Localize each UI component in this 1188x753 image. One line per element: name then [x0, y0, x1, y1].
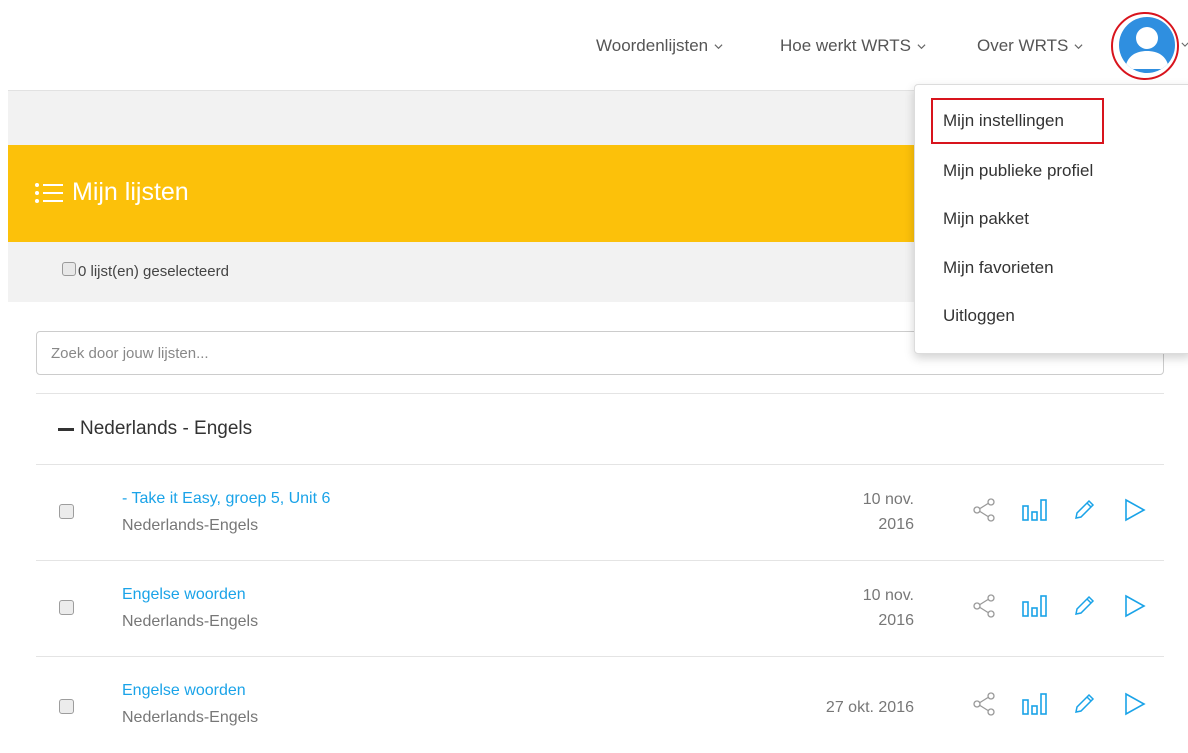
list-item-date: 10 nov. 2016: [863, 583, 914, 633]
collapse-icon: [58, 427, 74, 431]
menu-item-mijn-instellingen[interactable]: Mijn instellingen: [943, 111, 1064, 131]
stats-icon[interactable]: [1022, 498, 1047, 522]
user-menu-button[interactable]: [1111, 12, 1181, 82]
menu-item-uitloggen[interactable]: Uitloggen: [943, 306, 1015, 326]
stats-icon[interactable]: [1022, 692, 1047, 716]
user-dropdown-menu: Mijn instellingen Mijn publieke profiel …: [914, 84, 1188, 354]
list-item-date: 10 nov. 2016: [863, 487, 914, 537]
nav-woordenlijsten-label: Woordenlijsten: [596, 36, 709, 55]
list-item-language: Nederlands-Engels: [122, 517, 259, 534]
list-item-date-line1: 10 nov.: [862, 491, 914, 508]
list-icon: [35, 182, 63, 203]
nav-over-wrts-label: Over WRTS: [977, 36, 1069, 55]
group-header[interactable]: Nederlands - Engels: [58, 418, 252, 440]
list-item-date-line2: 2016: [878, 516, 914, 533]
play-icon[interactable]: [1122, 692, 1146, 716]
nav-over-wrts[interactable]: Over WRTS: [977, 36, 1083, 56]
list-item-title[interactable]: Engelse woorden: [122, 586, 246, 604]
list-item-actions: [972, 594, 1172, 618]
list-item: Engelse woorden Nederlands-Engels 27 okt…: [36, 657, 1164, 753]
list-item-date-line1: 27 okt. 2016: [825, 699, 914, 716]
menu-item-mijn-pakket[interactable]: Mijn pakket: [943, 209, 1029, 229]
stats-icon[interactable]: [1022, 594, 1047, 618]
share-icon[interactable]: [972, 498, 996, 522]
edit-icon[interactable]: [1072, 594, 1096, 618]
list-item-language: Nederlands-Engels: [122, 709, 259, 726]
list-item: - Take it Easy, groep 5, Unit 6 Nederlan…: [36, 465, 1164, 561]
play-icon[interactable]: [1122, 594, 1146, 618]
chevron-down-icon: [1074, 43, 1083, 49]
menu-item-mijn-publieke-profiel[interactable]: Mijn publieke profiel: [943, 161, 1093, 181]
list-item-title[interactable]: Engelse woorden: [122, 682, 246, 700]
edit-icon[interactable]: [1072, 498, 1096, 522]
list-item: Engelse woorden Nederlands-Engels 10 nov…: [36, 561, 1164, 657]
page-title: Mijn lijsten: [34, 178, 189, 207]
menu-item-mijn-favorieten[interactable]: Mijn favorieten: [943, 258, 1054, 278]
page-title-text: Mijn lijsten: [72, 178, 189, 206]
select-all-checkbox[interactable]: [62, 262, 76, 276]
play-icon[interactable]: [1122, 498, 1146, 522]
list-item-date: 27 okt. 2016: [826, 695, 914, 720]
list-item-checkbox[interactable]: [59, 699, 74, 714]
list-item-actions: [972, 692, 1172, 716]
edit-icon[interactable]: [1072, 692, 1096, 716]
share-icon[interactable]: [972, 594, 996, 618]
chevron-down-icon: [1181, 42, 1188, 47]
group-title: Nederlands - Engels: [80, 418, 253, 439]
share-icon[interactable]: [972, 692, 996, 716]
nav-hoe-werkt-wrts[interactable]: Hoe werkt WRTS: [780, 36, 926, 56]
chevron-down-icon: [917, 43, 926, 49]
list-item-actions: [972, 498, 1172, 522]
chevron-down-icon: [714, 43, 723, 49]
list-item-checkbox[interactable]: [59, 600, 74, 615]
list-item-title[interactable]: - Take it Easy, groep 5, Unit 6: [122, 490, 330, 508]
list-item-date-line1: 10 nov.: [862, 587, 914, 604]
list-item-date-line2: 2016: [878, 612, 914, 629]
list-item-checkbox[interactable]: [59, 504, 74, 519]
nav-woordenlijsten[interactable]: Woordenlijsten: [596, 36, 723, 56]
selection-count: 0 lijst(en) geselecteerd: [78, 263, 229, 280]
nav-hoe-werkt-wrts-label: Hoe werkt WRTS: [780, 36, 911, 55]
top-navigation: Woordenlijsten Hoe werkt WRTS Over WRTS: [0, 0, 1188, 90]
avatar-highlight-ring: [1111, 12, 1179, 80]
list-item-language: Nederlands-Engels: [122, 613, 259, 630]
divider: [36, 393, 1164, 394]
